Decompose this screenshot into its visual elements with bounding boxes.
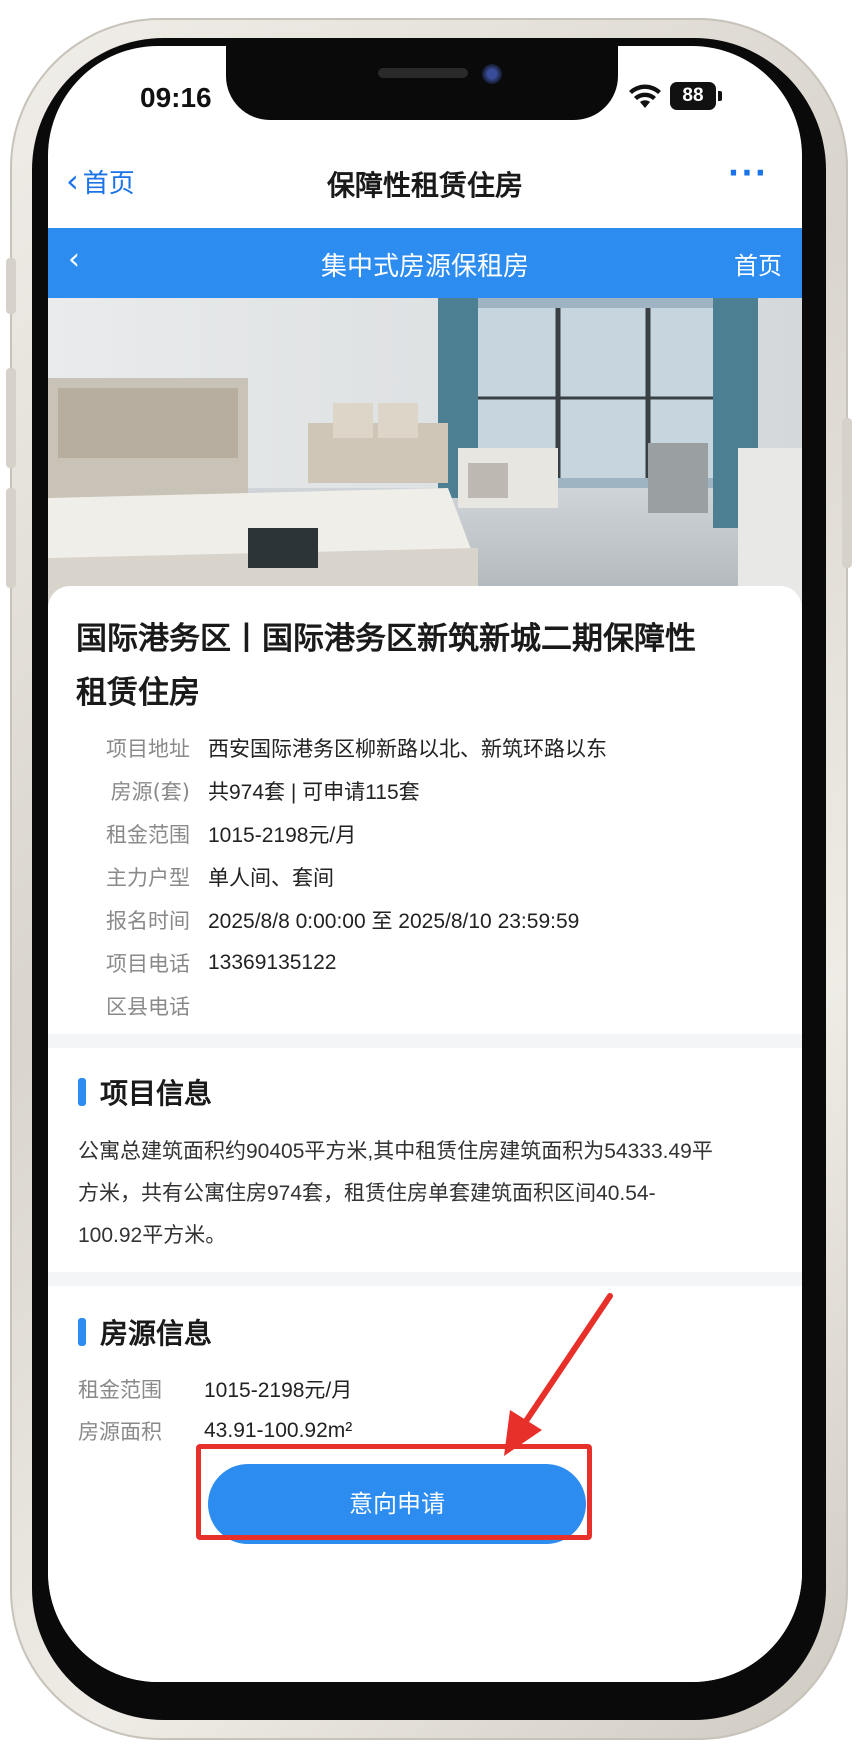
phone-screen: 09:16 88 ‹ 首页 保障性租赁住房 ··· ‹ 集中式房源保租房 首页 — [48, 46, 802, 1682]
volume-down-button — [6, 488, 16, 588]
camera — [482, 64, 502, 84]
more-menu-button[interactable]: ··· — [728, 156, 768, 191]
info-label: 项目电话 — [106, 951, 190, 976]
house-value: 1015-2198元/月 — [204, 1379, 353, 1402]
info-row-rent: 租金范围 1015-2198元/月 — [78, 812, 758, 855]
house-row-rent: 租金范围 1015-2198元/月 — [78, 1368, 352, 1410]
info-row-address: 项目地址 西安国际港务区柳新路以北、新筑环路以东 — [78, 726, 758, 769]
battery-tip — [718, 91, 722, 101]
project-info-header: 项目信息 — [78, 1072, 212, 1112]
info-label: 区县电话 — [106, 994, 190, 1019]
speaker — [378, 68, 468, 78]
info-label: 报名时间 — [106, 908, 190, 933]
section-accent-bar — [78, 1078, 86, 1106]
house-label: 租金范围 — [78, 1378, 162, 1402]
info-row-phone: 项目电话 13369135122 — [78, 941, 758, 984]
section-title: 项目信息 — [100, 1077, 213, 1110]
house-value: 43.91-100.92m² — [204, 1419, 353, 1442]
room-image — [48, 298, 802, 608]
sub-nav-title: 集中式房源保租房 — [320, 252, 529, 282]
info-label: 房源(套) — [110, 779, 190, 804]
info-row-layout: 主力户型 单人间、套间 — [78, 855, 758, 898]
section-divider — [48, 1034, 802, 1048]
info-label: 项目地址 — [106, 736, 190, 761]
dynamic-island — [226, 46, 618, 120]
apply-intent-button[interactable]: 意向申请 — [208, 1464, 586, 1544]
wifi-icon — [629, 84, 661, 108]
project-title: 国际港务区丨国际港务区新筑新城二期保障性租赁住房 — [76, 621, 696, 711]
info-value: 1015-2198元/月 — [208, 823, 357, 847]
info-row-registration: 报名时间 2025/8/8 0:00:00 至 2025/8/10 23:59:… — [78, 898, 758, 941]
phone-link[interactable]: 13369135122 — [208, 951, 336, 975]
info-value: 单人间、套间 — [208, 866, 334, 890]
page-title: 保障性租赁住房 — [326, 169, 523, 202]
status-time: 09:16 — [140, 82, 212, 113]
project-description: 公寓总建筑面积约90405平方米,其中租赁住房建筑面积为54333.49平方米，… — [78, 1140, 713, 1247]
house-row-area: 房源面积 43.91-100.92m² — [78, 1410, 352, 1452]
info-label: 租金范围 — [106, 822, 190, 847]
section-title: 房源信息 — [100, 1317, 213, 1350]
info-value: 共974套 | 可申请115套 — [208, 780, 420, 804]
section-divider — [48, 1272, 802, 1286]
info-label: 主力户型 — [106, 865, 190, 890]
battery-indicator: 88 — [670, 82, 716, 110]
top-navigation: ‹ 首页 保障性租赁住房 ··· — [48, 146, 802, 228]
power-button — [842, 418, 852, 568]
info-value: 2025/8/8 0:00:00 至 2025/8/10 23:59:59 — [208, 909, 580, 933]
sub-home-link[interactable]: 首页 — [734, 246, 782, 281]
house-info-list: 租金范围 1015-2198元/月 房源面积 43.91-100.92m² — [78, 1368, 352, 1452]
volume-up-button — [6, 368, 16, 468]
info-value: 西安国际港务区柳新路以北、新筑环路以东 — [208, 737, 607, 761]
house-info-header: 房源信息 — [78, 1312, 212, 1352]
side-button — [6, 258, 16, 314]
info-row-district-phone: 区县电话 — [78, 984, 758, 1027]
sub-navigation-bar: ‹ 集中式房源保租房 首页 — [48, 228, 802, 298]
section-accent-bar — [78, 1318, 86, 1346]
house-label: 房源面积 — [78, 1420, 162, 1444]
apartment-photo — [48, 298, 802, 608]
info-row-units: 房源(套) 共974套 | 可申请115套 — [78, 769, 758, 812]
project-info-list: 项目地址 西安国际港务区柳新路以北、新筑环路以东 房源(套) 共974套 | 可… — [78, 726, 758, 1027]
